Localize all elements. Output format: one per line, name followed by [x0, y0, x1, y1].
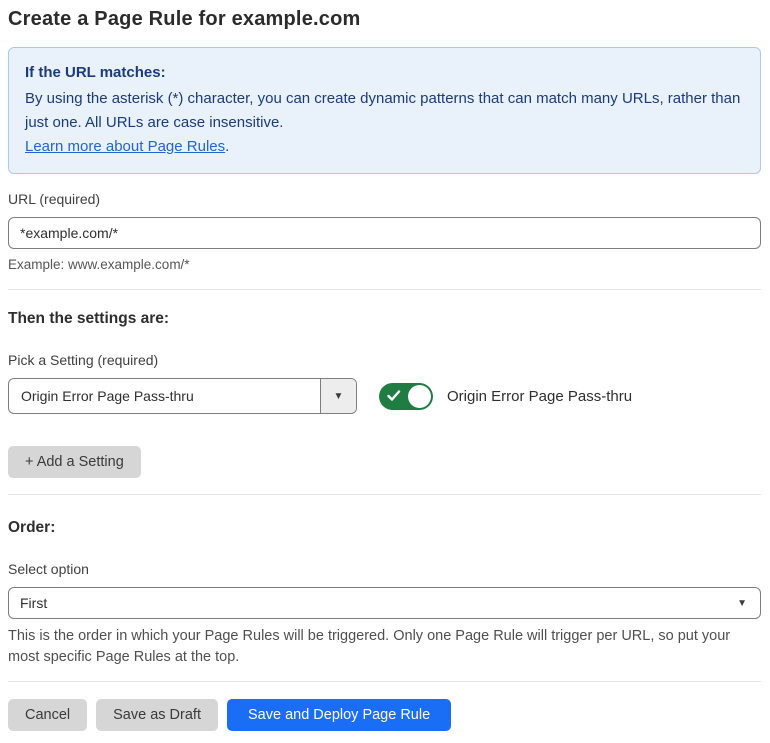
order-select[interactable]: First ▼: [8, 587, 761, 619]
page-title: Create a Page Rule for example.com: [8, 8, 361, 30]
chevron-down-icon: ▼: [333, 390, 344, 402]
info-box-heading: If the URL matches:: [25, 64, 166, 81]
setting-dropdown-value: Origin Error Page Pass-thru: [21, 388, 194, 404]
check-icon: [387, 389, 401, 401]
add-setting-button[interactable]: + Add a Setting: [8, 446, 141, 478]
divider: [8, 681, 761, 682]
pick-setting-label: Pick a Setting (required): [8, 352, 159, 368]
setting-row: Origin Error Page Pass-thru ▼ Origin Err…: [8, 378, 761, 414]
settings-section-heading: Then the settings are:: [8, 310, 170, 327]
toggle-knob: [408, 384, 431, 408]
info-box-link-line: Learn more about Page Rules.: [25, 135, 744, 159]
order-section-heading: Order:: [8, 519, 56, 536]
link-period: .: [225, 138, 230, 155]
divider: [8, 494, 761, 495]
url-input[interactable]: [8, 217, 761, 249]
url-example-helper: Example: www.example.com/*: [8, 257, 190, 272]
footer-actions: Cancel Save as Draft Save and Deploy Pag…: [8, 699, 761, 731]
divider: [8, 289, 761, 290]
save-as-draft-button[interactable]: Save as Draft: [96, 699, 218, 731]
chevron-down-icon: ▼: [737, 597, 747, 609]
url-match-info-box: If the URL matches: By using the asteris…: [8, 47, 761, 174]
url-field-label: URL (required): [8, 191, 101, 207]
order-select-value: First: [20, 595, 48, 611]
origin-error-toggle[interactable]: [379, 382, 433, 410]
page-rule-form: Create a Page Rule for example.com If th…: [0, 0, 770, 743]
toggle-label: Origin Error Page Pass-thru: [447, 387, 633, 405]
select-option-label: Select option: [8, 561, 89, 577]
save-and-deploy-button[interactable]: Save and Deploy Page Rule: [226, 699, 452, 731]
setting-dropdown-caret-button[interactable]: ▼: [320, 379, 356, 413]
cancel-button[interactable]: Cancel: [8, 699, 88, 731]
order-helper-text: This is the order in which your Page Rul…: [8, 628, 731, 665]
learn-more-link[interactable]: Learn more about Page Rules: [25, 138, 225, 155]
setting-dropdown[interactable]: Origin Error Page Pass-thru ▼: [8, 378, 357, 414]
info-box-body: By using the asterisk (*) character, you…: [25, 90, 741, 131]
